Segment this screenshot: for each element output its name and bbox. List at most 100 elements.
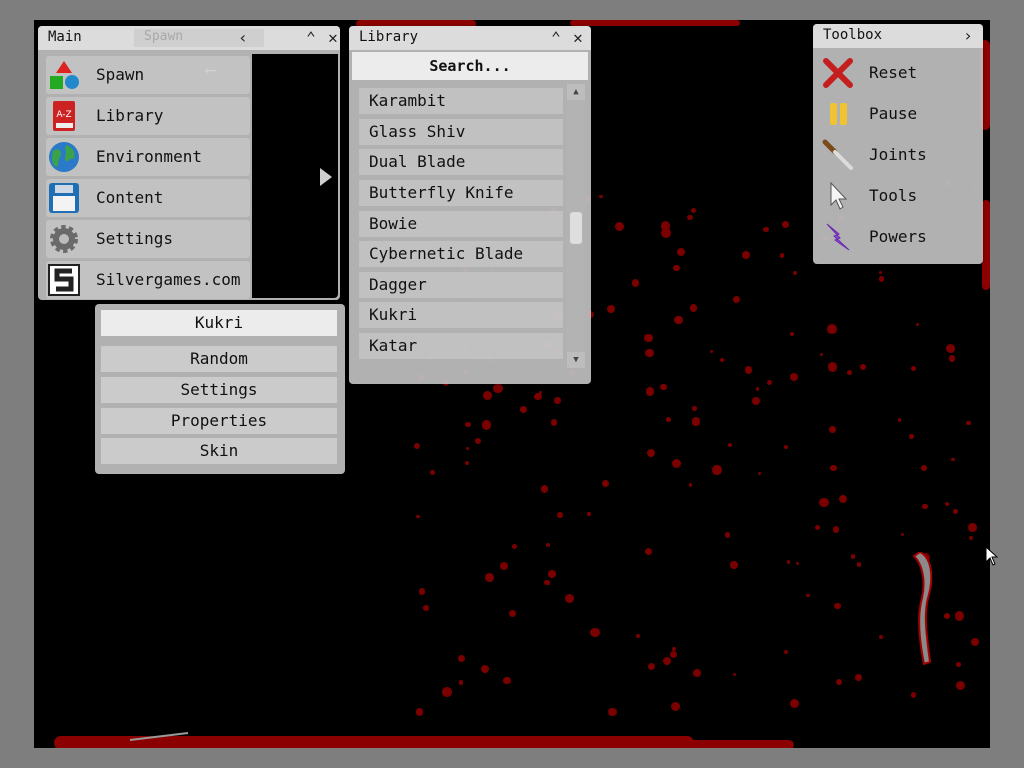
menu-item-silvergames[interactable]: Silvergames.com: [46, 261, 250, 299]
menu-item-spawn[interactable]: Spawn: [46, 56, 250, 94]
blood-splatter: [744, 366, 752, 374]
blood-splatter: [856, 562, 862, 568]
red-x-icon: [823, 58, 853, 88]
pause-icon: [830, 103, 847, 125]
library-item[interactable]: Dagger: [359, 272, 563, 298]
blood-splatter: [878, 276, 885, 282]
toolbox-panel-header[interactable]: Toolbox ›: [813, 24, 983, 48]
skin-button[interactable]: Skin: [101, 438, 337, 464]
menu-item-label: Library: [96, 106, 164, 125]
tool-powers[interactable]: Powers: [819, 218, 975, 256]
blood-splatter: [755, 387, 760, 392]
blood-splatter: [943, 613, 950, 620]
library-item[interactable]: Karambit: [359, 88, 563, 114]
blood-splatter: [457, 654, 466, 662]
globe-icon: [49, 142, 79, 172]
blood-splatter: [635, 634, 640, 638]
blood-splatter: [465, 421, 471, 428]
menu-item-label: Settings: [96, 229, 174, 248]
blood-splatter: [945, 501, 950, 506]
blood-splatter: [509, 609, 517, 617]
tool-pause[interactable]: Pause: [819, 95, 975, 133]
collapse-chevron-up-icon[interactable]: ⌃: [545, 27, 567, 49]
blood-splatter: [666, 417, 672, 423]
library-item[interactable]: Dual Blade: [359, 149, 563, 175]
tool-reset[interactable]: Reset: [819, 54, 975, 92]
play-arrow-icon[interactable]: [320, 168, 332, 186]
menu-item-library[interactable]: A-Z Library: [46, 97, 250, 135]
library-item[interactable]: Cybernetic Blade: [359, 241, 563, 267]
blood-splatter: [783, 649, 789, 655]
library-item[interactable]: Bowie: [359, 211, 563, 237]
blood-splatter: [779, 253, 785, 258]
blood-splatter: [830, 464, 837, 472]
blood-splatter: [819, 497, 830, 508]
kukri-knife-object[interactable]: [910, 552, 940, 666]
blood-splatter: [416, 708, 424, 716]
scroll-up-icon[interactable]: ▲: [567, 84, 585, 100]
menu-item-label: Content: [96, 188, 164, 207]
tool-label: Tools: [869, 186, 918, 205]
library-search-input[interactable]: [352, 52, 588, 80]
blood-splatter: [910, 691, 917, 698]
blood-strip-top: [570, 20, 740, 26]
blood-splatter: [767, 380, 773, 386]
thrown-blade-object[interactable]: [128, 730, 192, 742]
blood-splatter: [911, 366, 917, 371]
blood-splatter: [954, 611, 965, 621]
library-item[interactable]: Katar: [359, 333, 563, 359]
library-item[interactable]: Butterfly Knife: [359, 180, 563, 206]
library-icon-text: A-Z: [56, 110, 71, 120]
menu-item-label: Silvergames.com: [96, 270, 241, 289]
tool-joints[interactable]: Joints: [819, 136, 975, 174]
blood-splatter: [829, 426, 837, 434]
settings-button[interactable]: Settings: [101, 377, 337, 403]
menu-item-label: Environment: [96, 147, 202, 166]
blood-splatter: [806, 593, 811, 598]
main-panel-header[interactable]: Main Spawn ‹ ⌃ ✕: [38, 26, 340, 50]
library-panel-header[interactable]: Library ⌃ ✕: [349, 26, 591, 50]
blood-splatter: [915, 322, 920, 326]
shapes-icon: [50, 61, 79, 89]
blood-splatter: [646, 448, 655, 457]
chevron-right-icon[interactable]: ›: [957, 25, 979, 47]
blood-splatter: [607, 305, 616, 314]
close-icon[interactable]: ✕: [322, 27, 344, 49]
blood-splatter: [645, 387, 655, 396]
blood-splatter: [615, 221, 625, 231]
selected-item-button[interactable]: Kukri: [101, 310, 337, 336]
menu-item-environment[interactable]: Environment: [46, 138, 250, 176]
properties-button[interactable]: Properties: [101, 408, 337, 434]
tool-label: Pause: [869, 104, 918, 123]
blood-splatter: [587, 512, 591, 516]
blood-splatter: [956, 662, 961, 668]
blood-splatter: [660, 383, 667, 391]
close-icon[interactable]: ✕: [567, 27, 589, 49]
chevron-left-icon[interactable]: ‹: [232, 27, 254, 49]
collapse-chevron-up-icon[interactable]: ⌃: [300, 27, 322, 49]
blood-splatter: [430, 469, 436, 475]
blood-splatter: [557, 512, 564, 519]
blood-splatter: [669, 651, 677, 659]
blood-splatter: [442, 687, 452, 697]
library-scrollbar[interactable]: ▲ ▼: [567, 84, 585, 368]
menu-item-settings[interactable]: Settings: [46, 220, 250, 258]
menu-item-content[interactable]: Content: [46, 179, 250, 217]
blood-splatter: [671, 458, 681, 469]
random-button[interactable]: Random: [101, 346, 337, 372]
library-item[interactable]: Kukri: [359, 302, 563, 328]
blood-splatter: [544, 579, 550, 585]
blood-splatter: [879, 271, 883, 275]
blood-splatter: [554, 397, 561, 404]
scroll-down-icon[interactable]: ▼: [567, 352, 585, 368]
tool-tools[interactable]: Tools: [819, 177, 975, 215]
library-item[interactable]: Glass Shiv: [359, 119, 563, 145]
blood-splatter: [599, 194, 603, 199]
blood-splatter: [948, 355, 955, 362]
scroll-thumb[interactable]: [570, 212, 582, 244]
blood-splatter: [458, 680, 464, 685]
blood-splatter: [676, 247, 686, 257]
main-panel: Main Spawn ‹ ⌃ ✕ ⟵ Spawn A-Z Library Env…: [38, 26, 340, 300]
blood-splatter: [793, 271, 798, 276]
spawn-preview-area[interactable]: [252, 54, 338, 298]
